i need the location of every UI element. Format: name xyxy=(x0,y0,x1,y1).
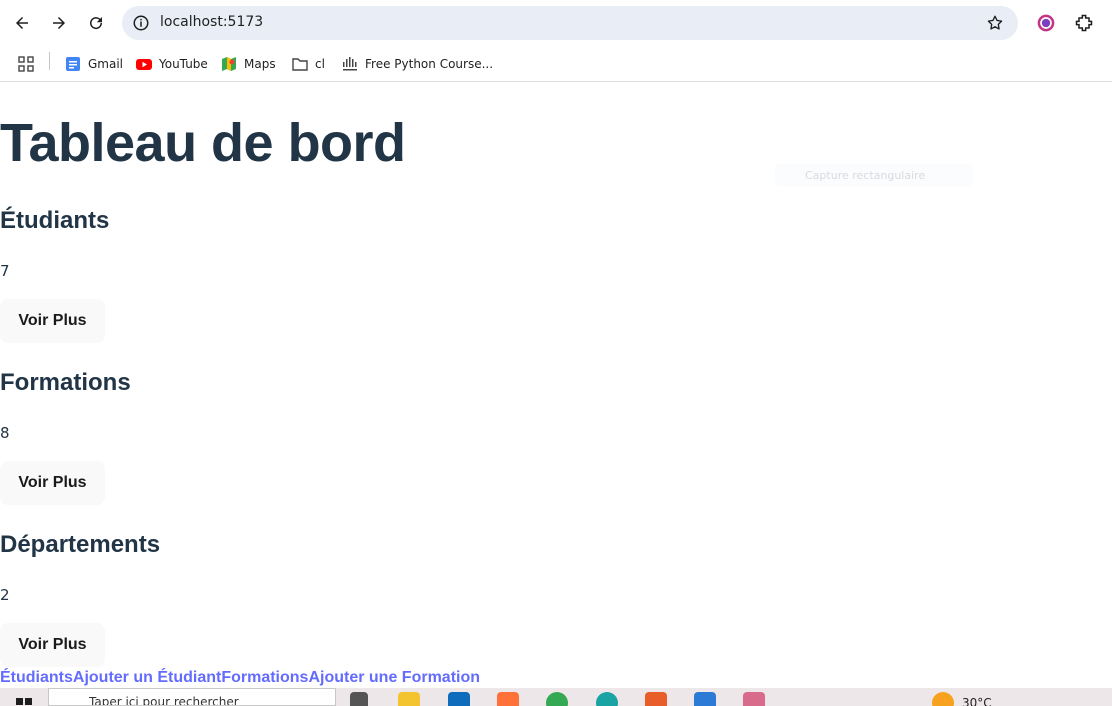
bookmark-label: Maps xyxy=(244,57,276,71)
folder-icon xyxy=(292,58,308,71)
bookmarks-divider xyxy=(49,52,50,70)
url-text[interactable]: localhost:5173 xyxy=(160,14,263,30)
bookmark-label: YouTube xyxy=(159,57,208,71)
firefox-icon[interactable] xyxy=(497,692,519,706)
extensions-icon[interactable] xyxy=(1074,13,1094,33)
departments-more-button[interactable]: Voir Plus xyxy=(0,623,105,667)
site-info-icon[interactable] xyxy=(132,14,150,32)
bookmark-youtube[interactable]: YouTube xyxy=(136,53,208,75)
apps-grid-icon xyxy=(18,56,34,72)
maps-icon xyxy=(222,57,236,71)
xampp-icon[interactable] xyxy=(645,692,667,706)
youtube-icon xyxy=(136,59,152,70)
students-heading: Étudiants xyxy=(0,207,110,234)
chrome-icon[interactable] xyxy=(546,692,568,706)
browser-toolbar: localhost:5173 xyxy=(0,0,1112,46)
link-students[interactable]: Étudiants xyxy=(0,669,73,687)
task-view-icon[interactable] xyxy=(350,692,368,706)
page-title: Tableau de bord xyxy=(0,113,406,173)
file-explorer-icon[interactable] xyxy=(398,692,420,706)
capture-label: Capture rectangulaire xyxy=(805,168,926,182)
arrow-left-icon xyxy=(16,17,28,29)
gmail-icon xyxy=(66,57,80,71)
link-formations[interactable]: Formations xyxy=(221,669,308,687)
reload-button[interactable] xyxy=(84,11,108,35)
bookmark-star-icon[interactable] xyxy=(986,14,1004,32)
link-add-formation[interactable]: Ajouter une Formation xyxy=(308,669,480,687)
students-more-button[interactable]: Voir Plus xyxy=(0,299,105,343)
bookmark-label: Gmail xyxy=(88,57,124,71)
bookmark-folder-cl[interactable]: cl xyxy=(292,53,325,75)
arrow-right-icon xyxy=(53,17,65,29)
chrome-profile-icon[interactable] xyxy=(1036,13,1056,33)
address-bar[interactable]: localhost:5173 xyxy=(122,6,1018,40)
link-add-student[interactable]: Ajouter un Étudiant xyxy=(73,669,221,687)
windows-taskbar: Taper ici pour rechercher 30°C xyxy=(0,688,1112,706)
edge-icon[interactable] xyxy=(596,692,618,706)
bookmark-python-course[interactable]: Free Python Course... xyxy=(342,53,493,75)
formations-heading: Formations xyxy=(0,369,131,396)
reload-icon xyxy=(90,17,103,30)
back-button[interactable] xyxy=(10,11,34,35)
windows-start-icon[interactable] xyxy=(16,698,32,706)
vscode-icon[interactable] xyxy=(694,692,716,706)
temperature-text: 30°C xyxy=(962,696,992,706)
taskbar-search[interactable]: Taper ici pour rechercher xyxy=(48,688,336,706)
apps-button[interactable] xyxy=(18,53,41,75)
footer-nav: Étudiants Ajouter un Étudiant Formations… xyxy=(0,669,480,687)
weather-icon[interactable] xyxy=(932,692,954,706)
departments-count: 2 xyxy=(0,586,10,604)
bookmark-maps[interactable]: Maps xyxy=(221,53,276,75)
capture-overlay: Capture rectangulaire xyxy=(775,164,973,186)
outlook-icon[interactable] xyxy=(448,692,470,706)
app-icon[interactable] xyxy=(743,692,765,706)
formations-count: 8 xyxy=(0,424,10,442)
formations-more-button[interactable]: Voir Plus xyxy=(0,461,105,505)
departments-heading: Départements xyxy=(0,531,161,558)
bookmark-label: Free Python Course... xyxy=(365,57,494,71)
bookmarks-bar: Gmail YouTube Maps cl Free Python Course… xyxy=(0,46,1112,82)
cisco-icon xyxy=(343,57,357,71)
bookmark-label: cl xyxy=(315,57,325,71)
bookmark-gmail[interactable]: Gmail xyxy=(65,53,123,75)
forward-button[interactable] xyxy=(47,11,71,35)
students-count: 7 xyxy=(0,262,10,280)
taskbar-search-placeholder: Taper ici pour rechercher xyxy=(89,695,239,706)
